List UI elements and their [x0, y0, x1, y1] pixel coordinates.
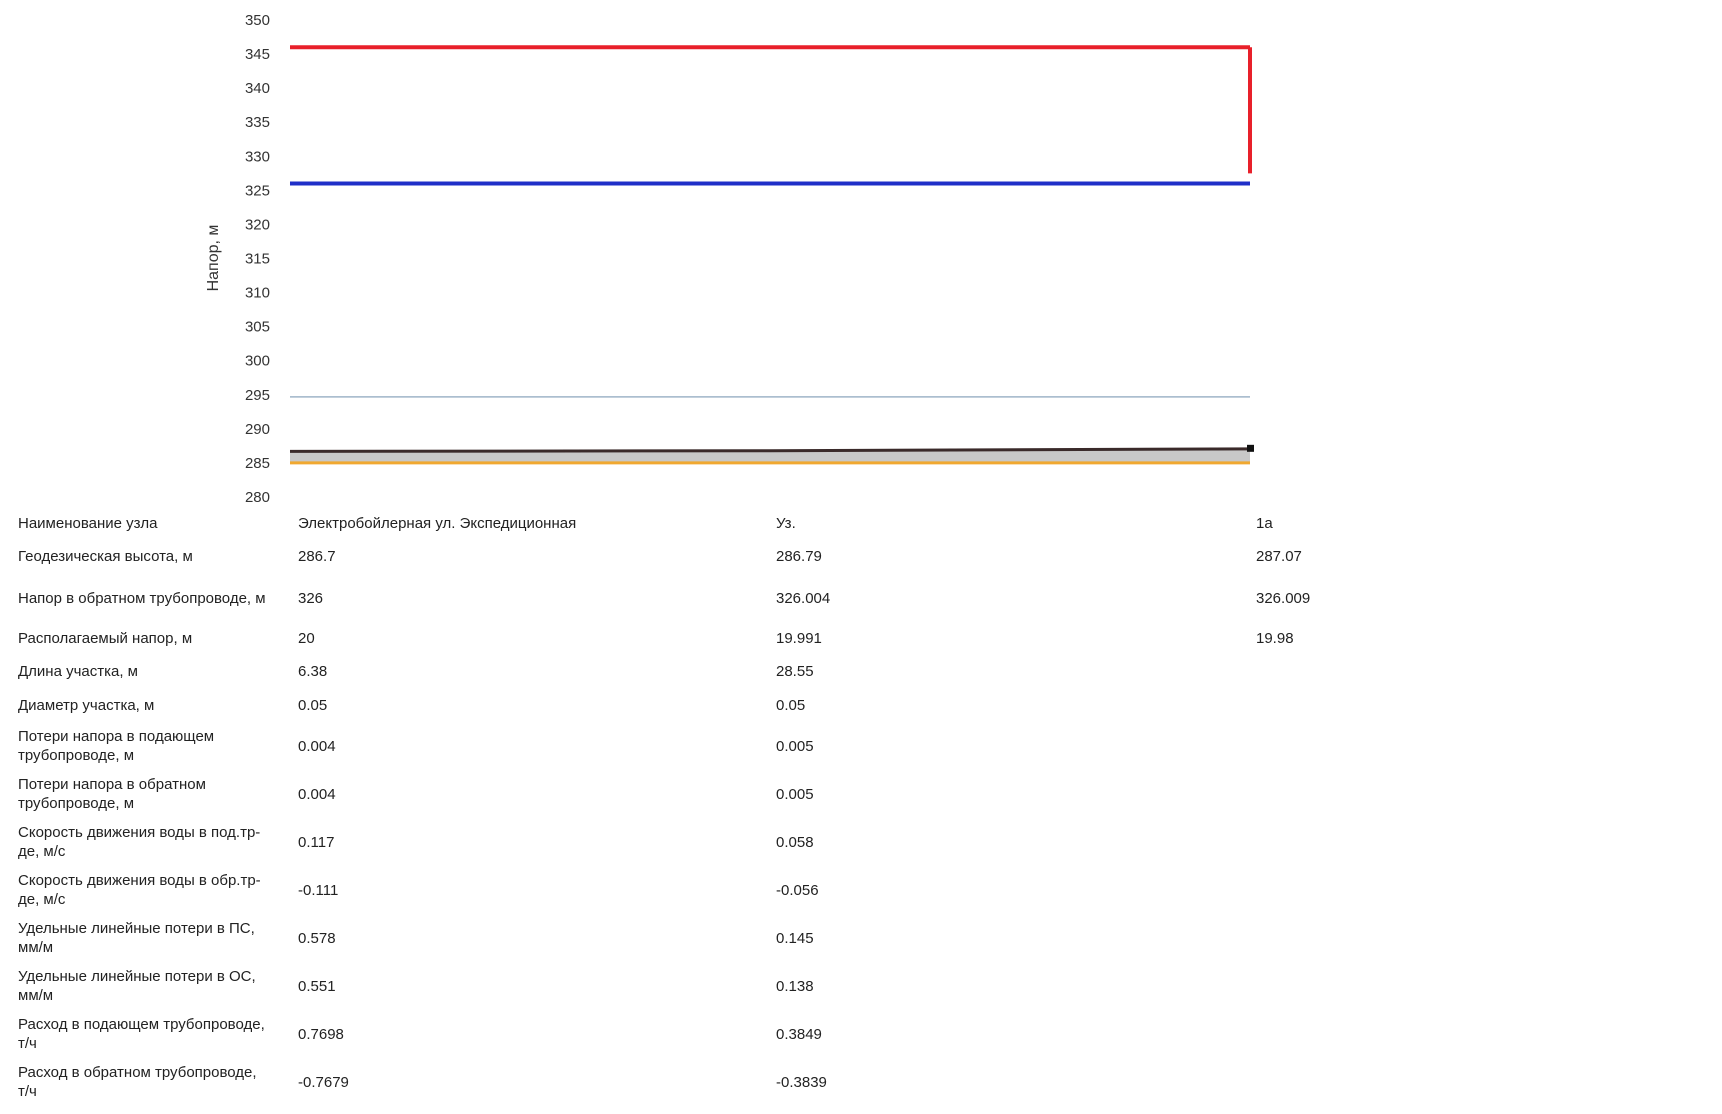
y-axis-title: Напор, м: [205, 225, 222, 292]
row-value: -0.7679: [298, 1073, 349, 1091]
table-row: Расход в подающем трубопроводе, т/ч 0.769…: [0, 1010, 1722, 1058]
y-tick-label: 315: [245, 251, 270, 268]
table-row: Располагаемый напор, м 20 19.991 19.98: [0, 622, 1722, 654]
row-value: 286.79: [776, 547, 822, 565]
table-row: Удельные линейные потери в ПС, мм/м 0.578…: [0, 914, 1722, 962]
table-row: Потери напора в обратном трубопроводе, м…: [0, 770, 1722, 818]
row-value: -0.111: [298, 881, 339, 899]
row-label: Скорость движения воды в обр.тр-де, м/с: [18, 872, 261, 908]
row-label: Напор в обратном трубопроводе, м: [18, 589, 266, 607]
y-tick-label: 340: [245, 80, 270, 97]
head-profile-chart: 350 345 340 335 330 325 320 315 310 305 300 295 290 2…: [205, 12, 1254, 506]
row-value: 326.004: [776, 589, 831, 607]
row-value: 326: [298, 589, 324, 607]
row-label: Длина участка, м: [18, 662, 138, 680]
row-value: 0.138: [776, 977, 814, 995]
row-value: 0.05: [776, 696, 806, 714]
end-point-marker: [1247, 444, 1254, 452]
row-label: Расход в подающем трубопроводе, т/ч: [18, 1016, 265, 1052]
row-value: 326.009: [1256, 589, 1311, 607]
row-label: Геодезическая высота, м: [18, 547, 193, 565]
row-value: 0.005: [776, 737, 814, 755]
row-value: 0.004: [298, 737, 336, 755]
row-value: 0.7698: [298, 1025, 344, 1043]
row-value: -0.3839: [776, 1073, 827, 1091]
row-value: 0.058: [776, 833, 814, 851]
row-label: Потери напора в обратном трубопроводе, м: [18, 776, 206, 812]
y-tick-label: 325: [245, 182, 270, 199]
y-tick-label: 345: [245, 46, 270, 63]
y-tick-label: 285: [245, 455, 270, 472]
table-row: Расход в обратном трубопроводе, т/ч -0.76…: [0, 1058, 1722, 1106]
y-tick-label: 295: [245, 387, 270, 404]
row-value: 0.05: [298, 696, 328, 714]
table-row: Скорость движения воды в обр.тр-де, м/с -…: [0, 866, 1722, 914]
row-value: Уз.: [776, 514, 796, 532]
row-value: 0.145: [776, 929, 814, 947]
row-value: 1а: [1256, 514, 1273, 532]
y-axis-ticks: 350 345 340 335 330 325 320 315 310 305 300 295 290 2…: [245, 12, 270, 506]
row-value: 19.991: [776, 629, 822, 647]
y-tick-label: 320: [245, 216, 270, 233]
row-value: 0.004: [298, 785, 336, 803]
row-value: 6.38: [298, 662, 328, 680]
y-tick-label: 310: [245, 285, 270, 302]
row-label: Удельные линейные потери в ОС, мм/м: [18, 968, 256, 1004]
row-label: Удельные линейные потери в ПС, мм/м: [18, 920, 255, 956]
y-tick-label: 305: [245, 319, 270, 336]
row-label: Располагаемый напор, м: [18, 629, 193, 647]
row-value: 0.578: [298, 929, 336, 947]
results-table: Наименование узла Электробойлерная ул. Эк…: [0, 508, 1722, 1106]
row-value: 287.07: [1256, 547, 1302, 565]
row-label: Расход в обратном трубопроводе, т/ч: [18, 1064, 257, 1100]
table-row: Длина участка, м 6.38 28.55: [0, 654, 1722, 688]
row-label: Наименование узла: [18, 514, 158, 532]
row-label: Потери напора в подающем трубопроводе, м: [18, 728, 215, 764]
table-row: Напор в обратном трубопроводе, м 326 326.0…: [0, 574, 1722, 622]
y-tick-label: 290: [245, 421, 270, 438]
table-row: Наименование узла Электробойлерная ул. Эк…: [0, 508, 1722, 538]
y-tick-label: 335: [245, 114, 270, 131]
row-value: 0.117: [298, 833, 335, 851]
y-tick-label: 300: [245, 353, 270, 370]
y-tick-label: 330: [245, 148, 270, 165]
row-value: -0.056: [776, 881, 819, 899]
row-value: 19.98: [1256, 629, 1294, 647]
row-label: Скорость движения воды в под.тр-де, м/с: [18, 824, 261, 860]
plot-area: [289, 45, 1254, 465]
row-value: 286.7: [298, 547, 336, 565]
row-value: 20: [298, 629, 315, 647]
row-value: 0.005: [776, 785, 814, 803]
y-tick-label: 350: [245, 12, 270, 29]
row-value: 0.551: [298, 977, 336, 995]
table-row: Геодезическая высота, м 286.7 286.79 287.07: [0, 538, 1722, 574]
y-tick-label: 280: [245, 489, 270, 506]
table-row: Удельные линейные потери в ОС, мм/м 0.551…: [0, 962, 1722, 1010]
table-row: Потери напора в подающем трубопроводе, м…: [0, 722, 1722, 770]
row-value: 28.55: [776, 662, 814, 680]
row-label: Диаметр участка, м: [18, 696, 155, 714]
table-row: Диаметр участка, м 0.05 0.05: [0, 688, 1722, 722]
row-value: 0.3849: [776, 1025, 822, 1043]
row-value: Электробойлерная ул. Экспедиционная: [298, 514, 577, 532]
table-row: Скорость движения воды в под.тр-де, м/с 0…: [0, 818, 1722, 866]
